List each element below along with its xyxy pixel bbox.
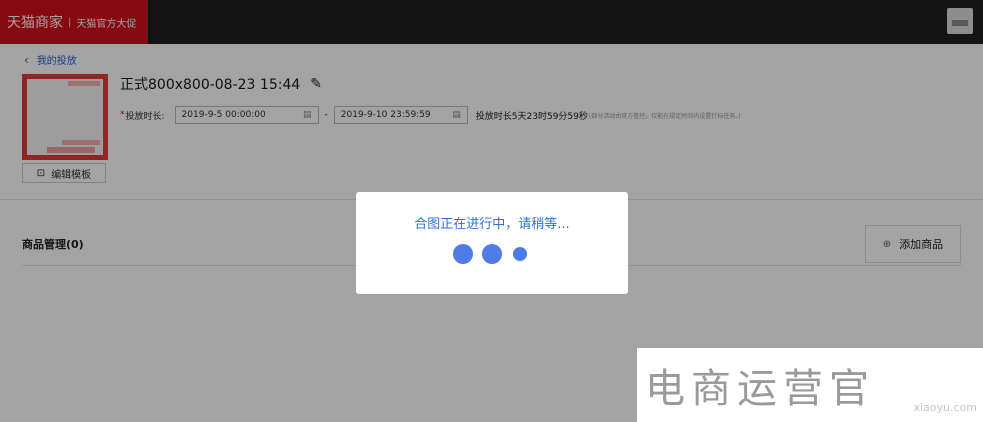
loading-dialog: 合图正在进行中，请稍等... bbox=[356, 192, 628, 294]
loading-message: 合图正在进行中，请稍等... bbox=[414, 217, 570, 232]
loading-dot bbox=[453, 244, 473, 264]
loading-dot bbox=[513, 247, 527, 261]
watermark-subtext: xiaoyu.com bbox=[913, 401, 977, 414]
watermark: 电商运营官 xiaoyu.com bbox=[637, 348, 983, 422]
loading-dot bbox=[482, 244, 502, 264]
watermark-text: 电商运营官 bbox=[645, 366, 875, 412]
